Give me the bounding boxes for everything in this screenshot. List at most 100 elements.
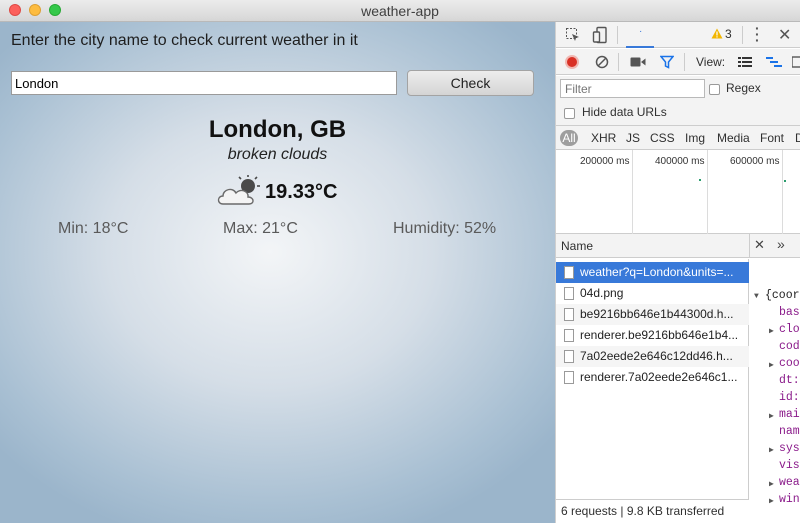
tab-dot: · [639,26,643,37]
record-icon[interactable] [565,55,579,69]
timeline-gridline [707,150,708,234]
request-row[interactable]: renderer.7a02eede2e646c1... [556,367,749,388]
more-options-icon[interactable]: · · · [755,22,760,47]
weather-description: broken clouds [227,146,328,163]
requests-list: weather?q=London&units=... 04d.png be921… [556,259,749,499]
type-filter-doc[interactable]: D [795,131,800,145]
device-toolbar-icon[interactable] [592,26,608,44]
toolbar-divider [618,53,619,71]
close-details-icon[interactable]: ✕ [754,237,765,253]
json-key: win [779,493,800,506]
expand-triangle-icon[interactable]: ▶ [769,496,774,506]
json-key: clo [779,323,800,336]
devtools-panel: · 3 · · · ✕ View: Filter Regex Hide data… [555,22,800,523]
app-window: weather-app Enter the city name to check… [0,0,800,523]
hide-data-urls-label: Hide data URLs [582,105,667,119]
response-preview: ▼ {coor bas ▶ clo cod ▶ coo dt: id: ▶ ma… [750,259,800,506]
list-view-icon[interactable] [738,56,752,68]
request-row[interactable]: be9216bb646e1b44300d.h... [556,304,749,325]
video-camera-icon[interactable] [630,56,646,68]
json-key: id: [779,391,800,404]
window-title: weather-app [361,3,439,19]
request-name: renderer.be9216bb646e1b4... [580,328,739,342]
expand-triangle-icon[interactable]: ▶ [769,411,774,421]
type-filter-css[interactable]: CSS [650,131,675,145]
json-key: vis [779,459,800,472]
temperature: 19.33°C [265,180,338,203]
regex-checkbox[interactable] [709,84,720,95]
weather-app-panel: Enter the city name to check current wea… [0,22,555,523]
min-temperature: Min: 18°C [58,220,129,237]
file-icon [564,350,574,363]
toolbar-divider [617,26,618,44]
request-row[interactable]: renderer.be9216bb646e1b4... [556,325,749,346]
regex-label: Regex [726,81,761,95]
devtools-toolbar: · 3 · · · ✕ [556,22,800,48]
toolbar-divider [742,26,743,44]
type-filter-img[interactable]: Img [685,131,705,145]
file-icon [564,266,574,279]
timeline-tick: 600000 ms [730,156,780,167]
type-filter-font[interactable]: Font [760,131,784,145]
network-status-bar: 6 requests | 9.8 KB transferred [556,499,749,523]
screenshot-view-icon[interactable] [792,56,800,68]
expand-triangle-icon[interactable]: ▶ [769,360,774,370]
json-key: nam [779,425,800,438]
request-row[interactable]: 7a02eede2e646c12dd46.h... [556,346,749,367]
inspect-element-icon[interactable] [565,27,581,43]
request-name: 7a02eede2e646c12dd46.h... [580,349,733,363]
json-key: coo [779,357,800,370]
file-icon [564,308,574,321]
timeline-request-mark [784,180,786,182]
close-devtools-icon[interactable]: ✕ [778,25,791,45]
expand-triangle-icon[interactable]: ▶ [769,479,774,489]
city-input[interactable] [11,71,397,95]
cloud-sun-icon [217,175,260,205]
title-bar: weather-app [0,0,800,22]
request-name: be9216bb646e1b44300d.h... [580,307,734,321]
request-name: 04d.png [580,286,624,300]
toolbar-divider [684,53,685,71]
timeline-overview[interactable]: 200000 ms 400000 ms 600000 ms [556,150,800,234]
warning-icon[interactable] [711,28,723,39]
network-toolbar: View: [556,49,800,75]
hide-data-urls-checkbox[interactable] [564,108,575,119]
image-file-icon [564,287,574,300]
json-key: {coor [765,289,800,302]
clear-icon[interactable] [595,55,609,69]
expand-triangle-icon[interactable]: ▶ [769,326,774,336]
request-name: weather?q=London&units=... [580,265,734,279]
json-key: cod [779,340,800,353]
city-prompt: Enter the city name to check current wea… [11,32,358,49]
request-row[interactable]: weather?q=London&units=... [556,262,749,283]
more-tabs-icon[interactable]: » [777,236,785,252]
filter-input[interactable] [560,79,705,98]
expand-triangle-icon[interactable]: ▶ [769,445,774,455]
timeline-tick: 200000 ms [580,156,630,167]
expand-triangle-icon[interactable]: ▼ [754,292,759,301]
max-temperature: Max: 21°C [223,220,298,237]
request-row[interactable]: 04d.png [556,283,749,304]
tab-network[interactable]: · [626,22,654,48]
timeline-gridline [632,150,633,234]
json-key: sys [779,442,800,455]
column-divider [749,234,750,258]
city-name: London, GB [208,116,347,143]
json-key: bas [779,306,800,319]
name-column-header[interactable]: Name [561,239,593,253]
type-filter-js[interactable]: JS [626,131,640,145]
check-button[interactable]: Check [407,70,534,96]
timeline-tick: 400000 ms [655,156,705,167]
timeline-gridline [782,150,783,234]
requests-header: Name ✕ » [556,234,800,258]
view-label: View: [696,55,726,69]
file-icon [564,371,574,384]
temperature-row: 19.33°C [215,172,338,212]
waterfall-view-icon[interactable] [766,56,782,68]
type-filter-media[interactable]: Media [717,131,750,145]
request-name: renderer.7a02eede2e646c1... [580,370,738,384]
type-filter-xhr[interactable]: XHR [591,131,616,145]
filter-icon[interactable] [660,55,674,69]
type-filter-all[interactable]: All [560,130,578,146]
file-icon [564,329,574,342]
